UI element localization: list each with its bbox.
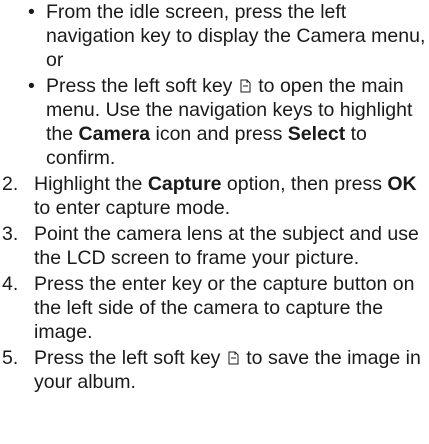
list-item: 3. Point the camera lens at the subject … [0, 222, 429, 270]
list-item: 2. Highlight the Capture option, then pr… [0, 172, 429, 220]
step-number: 5. [2, 347, 19, 369]
camera-term: Camera [78, 123, 151, 145]
instructions-document: • From the idle screen, press the left n… [0, 0, 429, 396]
select-term: Select [287, 123, 346, 145]
bullet-list: • From the idle screen, press the left n… [0, 0, 429, 170]
step-text: Point the camera lens at the subject and… [34, 223, 419, 269]
soft-key-icon [240, 79, 251, 93]
list-item: • From the idle screen, press the left n… [0, 0, 429, 72]
bullet-text-part: Press the left soft key [46, 75, 233, 97]
ok-term: OK [387, 173, 417, 195]
bullet-marker: • [28, 1, 35, 23]
step-text-part: option, then press [221, 173, 388, 195]
step-text-part: Highlight the [34, 173, 148, 195]
step-text: Press the enter key or the capture butto… [34, 273, 415, 343]
step-list: 2. Highlight the Capture option, then pr… [0, 172, 429, 394]
bullet-text-part: icon and press [150, 123, 288, 145]
soft-key-icon [228, 351, 239, 365]
list-item: 4. Press the enter key or the capture bu… [0, 272, 429, 344]
bullet-text: From the idle screen, press the left nav… [46, 1, 426, 71]
step-number: 4. [2, 273, 19, 295]
step-text-part: to enter capture mode. [34, 197, 231, 219]
step-number: 2. [2, 173, 19, 195]
list-item: • Press the left soft key to open the ma… [0, 74, 429, 170]
list-item: 5. Press the left soft key to save the i… [0, 346, 429, 394]
step-text-part: Press the left soft key [34, 347, 221, 369]
step-number: 3. [2, 223, 19, 245]
capture-term: Capture [147, 173, 222, 195]
bullet-marker: • [28, 75, 35, 97]
